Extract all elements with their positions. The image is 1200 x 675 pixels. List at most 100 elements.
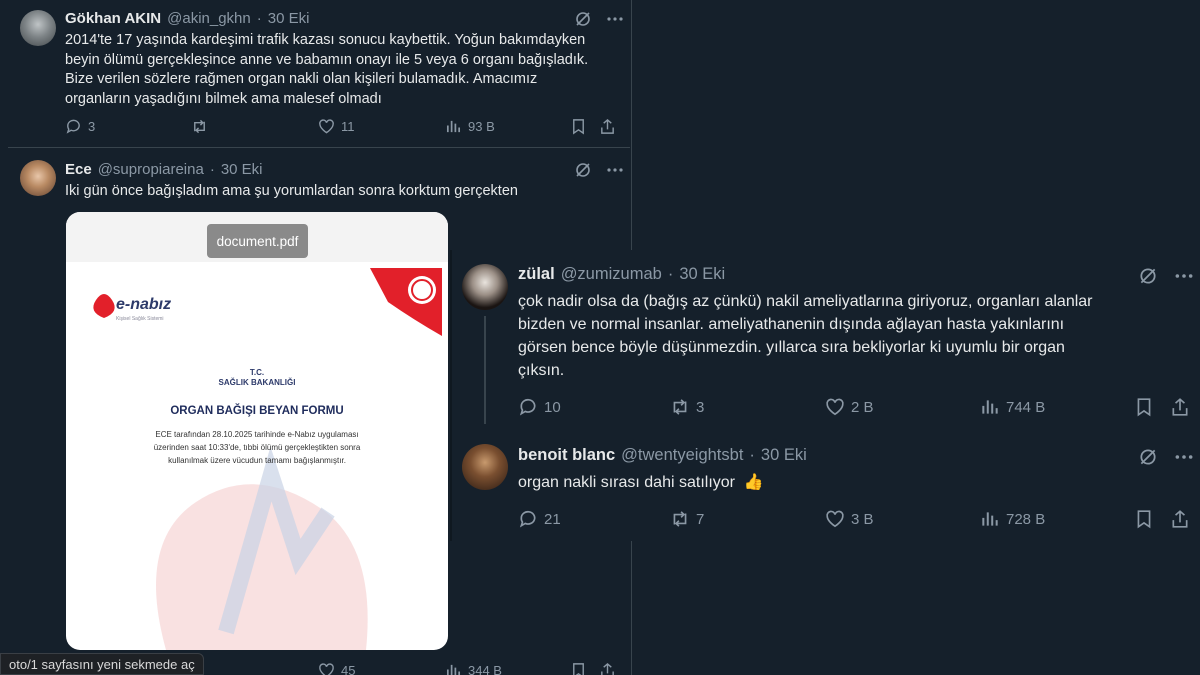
doc-body-line: üzerinden saat 10:33'de, tıbbi ölümü ger… — [153, 443, 361, 452]
views-button[interactable]: 744 B — [980, 397, 1045, 417]
bookmark-button[interactable] — [1134, 397, 1154, 417]
share-button[interactable] — [1170, 397, 1190, 417]
tweet-top-icons — [574, 10, 624, 28]
tweet-text: 2014'te 17 yaşında kardeşimi trafik kaza… — [65, 31, 625, 109]
author-name[interactable]: benoit blanc — [518, 446, 615, 465]
browser-status-bar: oto/1 sayfasını yeni sekmede aç — [0, 653, 204, 675]
author-handle[interactable]: @zumizumab — [561, 265, 662, 284]
heart-logo-icon — [93, 294, 115, 318]
ministry-flag-icon — [370, 268, 442, 336]
author-name[interactable]: Gökhan AKIN — [65, 10, 161, 27]
grok-icon[interactable] — [1138, 447, 1158, 467]
heart-icon — [826, 510, 844, 528]
reply-thread-card: zülal @zumizumab · 30 Eki çok nadir olsa… — [452, 250, 1200, 541]
more-options-icon[interactable] — [1174, 266, 1194, 286]
doc-line-ministry: SAĞLIK BAKANLIĞI — [218, 378, 296, 387]
share-icon — [601, 118, 614, 134]
repost-icon — [194, 119, 205, 134]
views-button[interactable]: 344 B — [445, 662, 502, 675]
thread-line — [484, 316, 486, 424]
tweet-text-line: 2014'te 17 yaşında kardeşimi trafik kaza… — [65, 32, 586, 48]
share-icon — [1172, 510, 1188, 528]
share-button[interactable] — [599, 662, 616, 675]
like-count: 3 B — [851, 510, 874, 528]
author-handle[interactable]: @twentyeightsbt — [621, 446, 743, 465]
grok-icon[interactable] — [1138, 266, 1158, 286]
tweet-date[interactable]: 30 Eki — [221, 161, 263, 178]
share-icon — [601, 662, 614, 675]
grok-icon[interactable] — [574, 10, 592, 28]
reply-count: 3 — [88, 119, 96, 134]
grok-icon[interactable] — [574, 161, 592, 179]
more-options-icon[interactable] — [1174, 447, 1194, 467]
like-button[interactable]: 45 — [318, 662, 355, 675]
repost-button[interactable]: 3 — [670, 397, 704, 417]
bookmark-button[interactable] — [1134, 509, 1154, 529]
views-icon — [446, 120, 461, 133]
reply-button[interactable]: 10 — [518, 397, 561, 417]
like-count: 11 — [341, 119, 355, 134]
reply-count: 10 — [544, 398, 561, 416]
tweet-text: Iki gün önce bağışladım ama şu yorumlard… — [65, 183, 518, 199]
bookmark-icon — [1137, 398, 1151, 417]
author-name[interactable]: zülal — [518, 265, 555, 284]
enabiz-logo-sub: Kişisel Sağlık Sistemi — [116, 316, 164, 322]
doc-body-line: ECE tarafından 28.10.2025 tarihinde e-Na… — [155, 430, 359, 439]
repost-button[interactable]: 7 — [670, 509, 704, 529]
tweet-header: zülal @zumizumab · 30 Eki — [518, 265, 725, 284]
avatar[interactable] — [20, 10, 56, 46]
reply-button[interactable]: 21 — [518, 509, 561, 529]
reply-button[interactable]: 3 — [65, 118, 95, 135]
more-options-icon[interactable] — [606, 10, 624, 28]
author-handle[interactable]: @akin_gkhn — [167, 10, 251, 27]
tweet-text: organ nakli sırası dahi satılıyor 👍 — [518, 471, 1190, 494]
avatar[interactable] — [20, 160, 56, 196]
share-button[interactable] — [1170, 509, 1190, 529]
like-count: 2 B — [851, 398, 874, 416]
like-count: 45 — [341, 663, 356, 675]
tweet-actions: 3 11 93 B — [65, 118, 625, 138]
views-button[interactable]: 93 B — [445, 118, 495, 135]
repost-count: 3 — [696, 398, 705, 416]
tweet-date[interactable]: 30 Eki — [761, 446, 807, 465]
share-icon — [1172, 398, 1188, 416]
share-button[interactable] — [599, 118, 616, 135]
tweet-akin[interactable]: Gökhan AKIN @akin_gkhn · 30 Eki 2014'te … — [8, 0, 630, 148]
tweet-header: benoit blanc @twentyeightsbt · 30 Eki — [518, 446, 807, 465]
separator-dot: · — [256, 10, 262, 27]
thumbs-up-icon: 👍 — [743, 474, 764, 491]
pdf-attachment[interactable]: document.pdf e-nabız Kişisel Sağlık Sist… — [66, 212, 448, 650]
separator-dot: · — [667, 265, 674, 283]
like-button[interactable]: 11 — [318, 118, 355, 135]
author-name[interactable]: Ece — [65, 161, 92, 178]
tweet-text-line: çıksın. — [518, 362, 565, 379]
repost-icon — [673, 511, 687, 527]
tweet-header: Gökhan AKIN @akin_gkhn · 30 Eki — [65, 10, 309, 27]
enabiz-logo: e-nabız — [116, 296, 172, 313]
tweet-text-line: bizden ve normal insanlar. ameliyathanen… — [518, 316, 1065, 333]
reply-icon — [66, 119, 80, 134]
tweet-top-icons — [574, 161, 624, 179]
tweet-date[interactable]: 30 Eki — [679, 265, 725, 284]
like-button[interactable]: 3 B — [825, 509, 874, 529]
tweet-top-icons — [1138, 266, 1194, 286]
avatar[interactable] — [462, 264, 508, 310]
author-handle[interactable]: @supropiareina — [98, 161, 204, 178]
views-icon — [982, 512, 998, 526]
avatar[interactable] — [462, 444, 508, 490]
reply-icon — [519, 510, 536, 528]
repost-count: 7 — [696, 510, 705, 528]
tweet-top-icons — [1138, 447, 1194, 467]
bookmark-button[interactable] — [570, 662, 587, 675]
reply-icon — [519, 398, 536, 416]
heart-icon — [826, 398, 844, 416]
like-button[interactable]: 2 B — [825, 397, 874, 417]
views-icon — [982, 400, 998, 414]
tweet-text-line: çok nadir olsa da (bağış az çünkü) nakil… — [518, 293, 1093, 310]
repost-button[interactable] — [191, 118, 214, 135]
more-options-icon[interactable] — [606, 161, 624, 179]
bookmark-button[interactable] — [570, 118, 587, 135]
tweet-date[interactable]: 30 Eki — [268, 10, 310, 27]
views-button[interactable]: 728 B — [980, 509, 1045, 529]
repost-icon — [673, 399, 687, 415]
